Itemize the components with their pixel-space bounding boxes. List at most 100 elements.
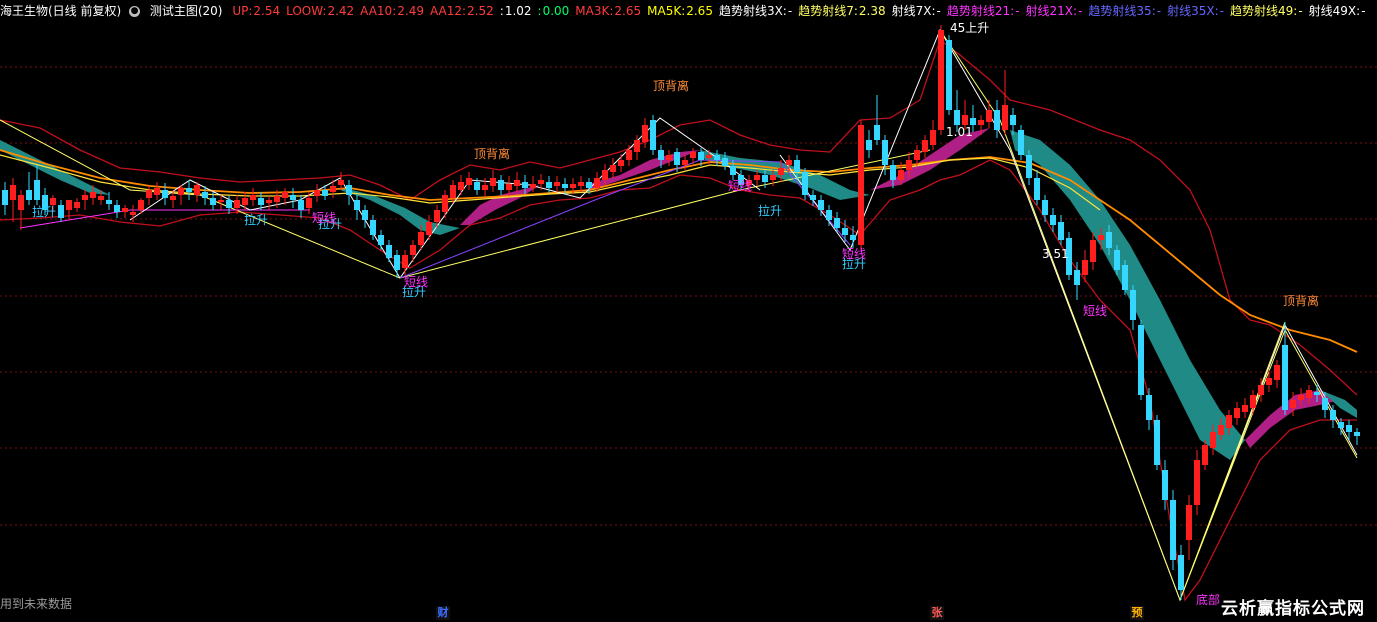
candle-body[interactable]	[922, 140, 928, 152]
candle-body[interactable]	[1098, 235, 1104, 240]
candle-body[interactable]	[74, 202, 80, 208]
candle-body[interactable]	[226, 200, 232, 208]
candle-body[interactable]	[362, 210, 368, 220]
candle-body[interactable]	[1154, 420, 1160, 465]
candle-body[interactable]	[146, 190, 152, 198]
candle-body[interactable]	[1122, 265, 1128, 290]
candle-body[interactable]	[370, 220, 376, 235]
candle-body[interactable]	[1258, 385, 1264, 395]
candle-body[interactable]	[706, 155, 712, 158]
candle-body[interactable]	[530, 184, 536, 188]
candle-body[interactable]	[834, 218, 840, 228]
candle-body[interactable]	[546, 182, 552, 188]
candle-body[interactable]	[450, 185, 456, 198]
candle-body[interactable]	[1058, 222, 1064, 240]
candle-body[interactable]	[426, 222, 432, 235]
candle-body[interactable]	[82, 195, 88, 200]
candle-body[interactable]	[842, 228, 848, 235]
candle-body[interactable]	[722, 158, 728, 166]
candle-body[interactable]	[626, 150, 632, 160]
candle-body[interactable]	[1346, 425, 1352, 432]
candle-body[interactable]	[810, 195, 816, 200]
candle-body[interactable]	[354, 200, 360, 210]
candle-body[interactable]	[58, 205, 64, 218]
candle-body[interactable]	[98, 196, 104, 200]
candle-body[interactable]	[1218, 425, 1224, 435]
candle-body[interactable]	[242, 198, 248, 205]
candle-body[interactable]	[666, 155, 672, 160]
candle-body[interactable]	[794, 160, 800, 172]
candle-body[interactable]	[562, 184, 568, 188]
candle-body[interactable]	[938, 30, 944, 130]
candle-body[interactable]	[218, 200, 224, 202]
candle-body[interactable]	[322, 190, 328, 196]
candle-body[interactable]	[1018, 130, 1024, 155]
candle-body[interactable]	[1106, 232, 1112, 248]
candle-body[interactable]	[1138, 325, 1144, 395]
candle-body[interactable]	[906, 160, 912, 170]
candle-body[interactable]	[10, 185, 16, 200]
candle-body[interactable]	[1298, 395, 1304, 400]
candle-body[interactable]	[1090, 240, 1096, 262]
candle-body[interactable]	[434, 210, 440, 222]
candle-body[interactable]	[250, 195, 256, 200]
candle-body[interactable]	[914, 150, 920, 160]
candle-body[interactable]	[1186, 505, 1192, 540]
candle-body[interactable]	[1178, 555, 1184, 590]
candle-body[interactable]	[1306, 390, 1312, 398]
settings-dot-icon[interactable]: ●	[129, 6, 141, 17]
candle-body[interactable]	[1162, 470, 1168, 500]
candle-body[interactable]	[298, 200, 304, 210]
stock-title[interactable]: 海王生物(日线 前复权)	[0, 0, 121, 22]
candle-body[interactable]	[122, 208, 128, 212]
candle-body[interactable]	[1034, 178, 1040, 200]
candle-body[interactable]	[202, 192, 208, 198]
candle-body[interactable]	[290, 195, 296, 200]
candle-body[interactable]	[26, 190, 32, 200]
candle-body[interactable]	[890, 165, 896, 180]
candle-body[interactable]	[482, 185, 488, 190]
candle-body[interactable]	[578, 182, 584, 186]
candle-body[interactable]	[602, 170, 608, 180]
candle-body[interactable]	[1042, 200, 1048, 215]
candle-body[interactable]	[418, 232, 424, 245]
candle-body[interactable]	[778, 168, 784, 175]
candle-body[interactable]	[1282, 345, 1288, 410]
candle-body[interactable]	[106, 200, 112, 204]
candle-body[interactable]	[498, 180, 504, 190]
candle-body[interactable]	[314, 190, 320, 196]
candle-body[interactable]	[2, 190, 8, 205]
candle-body[interactable]	[162, 190, 168, 198]
indicator-title[interactable]: 测试主图(20)	[150, 0, 223, 22]
candle-body[interactable]	[34, 180, 40, 200]
candle-body[interactable]	[770, 175, 776, 180]
candle-body[interactable]	[282, 192, 288, 198]
candle-body[interactable]	[178, 188, 184, 195]
candle-body[interactable]	[786, 160, 792, 165]
candle-body[interactable]	[506, 184, 512, 190]
candle-body[interactable]	[522, 182, 528, 188]
candle-body[interactable]	[514, 180, 520, 186]
candle-body[interactable]	[898, 170, 904, 180]
candle-body[interactable]	[1234, 408, 1240, 418]
candle-body[interactable]	[754, 175, 760, 180]
candle-body[interactable]	[1226, 415, 1232, 428]
candle-body[interactable]	[1210, 432, 1216, 448]
candle-body[interactable]	[1050, 215, 1056, 225]
candle-body[interactable]	[946, 40, 952, 110]
candle-body[interactable]	[1026, 155, 1032, 178]
candle-body[interactable]	[634, 140, 640, 152]
candle-body[interactable]	[986, 110, 992, 122]
candle-body[interactable]	[258, 198, 264, 205]
candle-body[interactable]	[762, 175, 768, 182]
candle-body[interactable]	[186, 188, 192, 192]
candle-body[interactable]	[1002, 105, 1008, 130]
candle-body[interactable]	[882, 140, 888, 165]
candle-body[interactable]	[610, 165, 616, 172]
candle-body[interactable]	[1322, 398, 1328, 410]
candle-body[interactable]	[962, 115, 968, 125]
candle-body[interactable]	[826, 210, 832, 220]
candle-body[interactable]	[682, 160, 688, 165]
candle-body[interactable]	[554, 182, 560, 186]
candle-body[interactable]	[138, 200, 144, 210]
